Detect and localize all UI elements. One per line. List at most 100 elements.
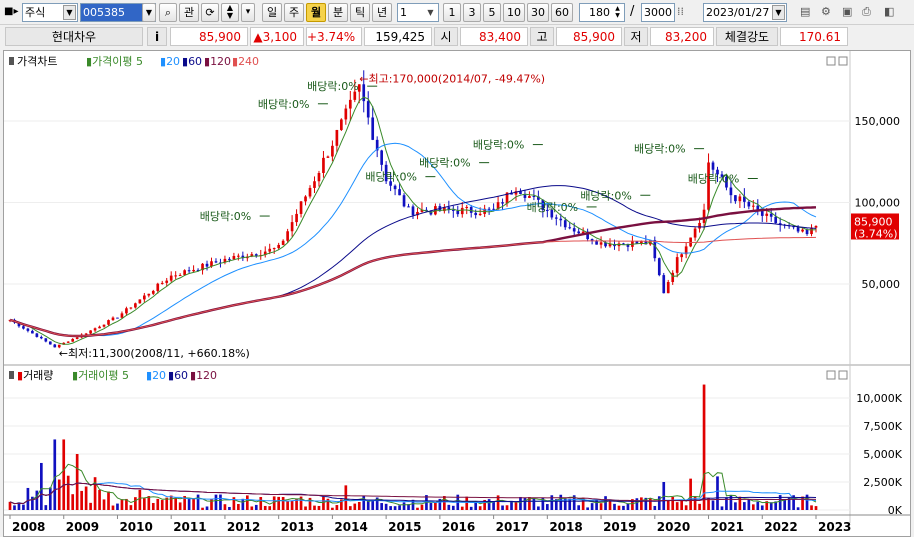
interval-5-button[interactable]: 5 xyxy=(483,3,501,22)
unit-select-value: 1 xyxy=(400,6,407,19)
volume-bar xyxy=(734,502,737,510)
refresh-icon[interactable]: ⟳ xyxy=(201,3,219,22)
candle-body xyxy=(98,326,101,329)
candle-body xyxy=(317,172,321,182)
volume-bar xyxy=(648,498,652,510)
period-month-button[interactable]: 월 xyxy=(306,3,326,22)
panel-maximize-icon[interactable] xyxy=(826,56,836,66)
market-select[interactable]: 주식 ▼ xyxy=(22,3,78,22)
x-tick-label: 2020 xyxy=(657,520,690,534)
volume-bar xyxy=(653,505,657,510)
volume-bar xyxy=(156,498,160,510)
unit-select[interactable]: 1 ▼ xyxy=(397,3,439,22)
config-icon[interactable]: ◧ xyxy=(884,3,900,22)
interval-60-button[interactable]: 60 xyxy=(551,3,573,22)
volume-bar xyxy=(622,505,625,510)
candle-body xyxy=(254,254,258,256)
candle-body xyxy=(729,187,733,196)
volume-bar xyxy=(313,505,316,510)
date-input[interactable]: 2023/01/27 ▼ xyxy=(703,3,787,22)
info-button[interactable]: i xyxy=(147,27,167,46)
panel-marker-icon xyxy=(9,371,14,379)
dividend-note: 배당락:0% xyxy=(688,173,740,186)
candle-body xyxy=(228,258,231,260)
chart-type-icon[interactable]: ▤ xyxy=(800,3,816,22)
grid-icon[interactable]: ⁞⁞ xyxy=(677,3,693,22)
period-tick-button[interactable]: 틱 xyxy=(350,3,370,22)
volume-bar xyxy=(675,502,679,510)
prev-icon[interactable]: ▾ xyxy=(241,3,255,22)
volume-bar xyxy=(254,504,258,510)
volume-bar xyxy=(237,504,240,510)
volume-y-tick: 5,000K xyxy=(863,448,902,461)
panel-maximize-icon[interactable] xyxy=(826,370,836,380)
x-tick-label: 2019 xyxy=(603,520,636,534)
x-tick-label: 2010 xyxy=(119,520,152,534)
period-year-button[interactable]: 년 xyxy=(372,3,392,22)
volume-bar xyxy=(223,504,227,510)
candle-body xyxy=(272,248,276,250)
interval-1-button[interactable]: 1 xyxy=(443,3,461,22)
volume-bar xyxy=(514,502,518,510)
candle-body xyxy=(120,313,124,318)
code-dropdown-button[interactable]: ▼ xyxy=(142,3,156,22)
volume-bar xyxy=(268,506,272,510)
current-pct-label: (3.74%) xyxy=(854,227,898,240)
settings-icon[interactable]: ⚙ xyxy=(821,3,837,22)
x-tick-label: 2016 xyxy=(442,520,475,534)
screen-link-icon[interactable]: ■▸ xyxy=(4,3,20,22)
period-day-button[interactable]: 일 xyxy=(262,3,282,22)
candle-body xyxy=(577,231,581,234)
high-label: 고 xyxy=(530,27,554,46)
candle-body xyxy=(66,341,70,343)
candle-body xyxy=(456,210,460,215)
save-icon[interactable]: ▣ xyxy=(842,3,858,22)
total-input[interactable]: 3000 xyxy=(641,3,675,22)
chart-area[interactable]: 가격차트 ▮가격이평 5 ▮20 ▮60 ▮120 ▮240 ▮거래량 ▮거래이… xyxy=(3,50,911,537)
count-input[interactable]: 180 ▲ ▼ xyxy=(579,3,625,22)
candle-body xyxy=(657,258,661,276)
panel-close-icon[interactable] xyxy=(838,56,848,66)
volume-bar xyxy=(138,489,142,510)
candle-body xyxy=(308,187,312,197)
volume-bar xyxy=(290,500,294,510)
volume-bar xyxy=(756,501,760,510)
candle-body xyxy=(371,117,375,140)
volume-bar xyxy=(134,497,137,510)
open-price: 83,400 xyxy=(460,27,528,46)
x-tick-label: 2011 xyxy=(173,520,206,534)
volume-bar xyxy=(22,504,25,510)
candle-body xyxy=(326,156,330,158)
dividend-note: 배당락:0% xyxy=(419,157,471,170)
candle-body xyxy=(75,337,79,339)
dividend-note: 배당락:0% xyxy=(527,201,579,214)
gwan-button[interactable]: 관 xyxy=(179,3,199,22)
volume-bar xyxy=(451,505,455,510)
candle-body xyxy=(31,330,34,334)
candle-body xyxy=(169,275,173,281)
stock-name: 현대차우 xyxy=(5,27,143,46)
interval-30-button[interactable]: 30 xyxy=(527,3,549,22)
candle-body xyxy=(554,217,558,219)
search-icon[interactable]: ⌕ xyxy=(159,3,177,22)
chevron-down-icon: ▼ xyxy=(427,8,434,17)
period-minute-button[interactable]: 분 xyxy=(328,3,348,22)
strength-label: 체결강도 xyxy=(716,27,778,46)
volume-bar xyxy=(577,505,581,510)
candle-body xyxy=(563,220,567,228)
volume-bar xyxy=(322,496,325,510)
candle-body xyxy=(335,129,339,146)
print-icon[interactable]: ⎙ xyxy=(862,3,878,22)
candle-body xyxy=(40,336,43,339)
x-tick-label: 2022 xyxy=(764,520,797,534)
dividend-note: 배당락:0% xyxy=(307,80,359,93)
volume-bar xyxy=(219,494,222,510)
panel-close-icon[interactable] xyxy=(838,370,848,380)
period-week-button[interactable]: 주 xyxy=(284,3,304,22)
interval-10-button[interactable]: 10 xyxy=(503,3,525,22)
interval-3-button[interactable]: 3 xyxy=(463,3,481,22)
volume-bar xyxy=(689,478,692,510)
chevron-down-icon: ▼ xyxy=(63,5,76,20)
candle-body xyxy=(680,254,684,258)
updown-stepper-icon[interactable]: ▲ ▼ xyxy=(221,3,239,22)
